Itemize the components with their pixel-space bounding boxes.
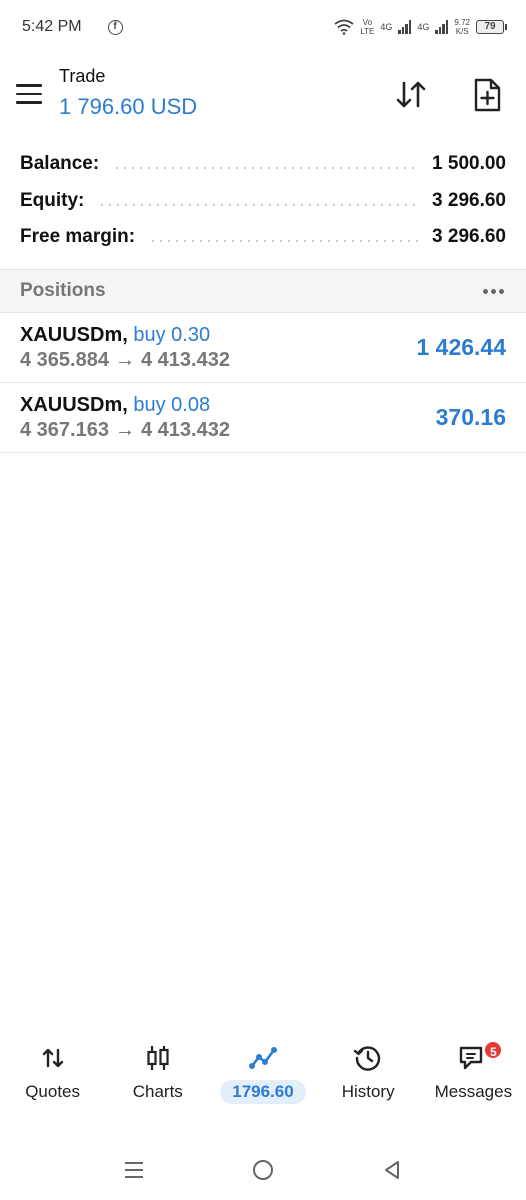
free-margin-label: Free margin: [20,226,136,248]
position-row[interactable]: XAUUSDm, buy 0.30 4 365.884 → 4 413.432 1 … [0,313,526,383]
net-speed-value: 9.72 [454,18,470,27]
position-type: buy 0.30 [133,324,211,346]
battery-icon: 79 [476,20,507,34]
back-button[interactable] [372,1150,412,1190]
network-type-1: 4G [380,22,393,32]
current-price: 4 413.432 [140,419,230,441]
recent-apps-icon [125,1162,144,1178]
position-prices: 4 365.884 → 4 413.432 [20,349,230,372]
current-price: 4 413.432 [140,349,230,371]
page-title: Trade [59,66,106,86]
nav-trade-label: 1796.60 [220,1080,306,1104]
position-symbol: XAUUSDm, [20,394,128,416]
header-balance: 1 796.60 USD [59,94,198,119]
open-price: 4 367.163 [20,419,109,441]
signal-icon [398,20,412,34]
facebook-notification-icon: f [107,19,123,35]
position-symbol: XAUUSDm, [20,324,128,346]
nav-messages[interactable]: 5 Messages [423,1036,523,1116]
history-icon [353,1036,383,1080]
equity-value: 3 296.60 [432,189,506,211]
nav-charts[interactable]: Charts [108,1036,208,1116]
nav-charts-label: Charts [132,1082,183,1101]
position-prices: 4 367.163 → 4 413.432 [20,419,230,442]
volte-indicator: Vo LTE [360,18,374,36]
nav-history[interactable]: History [318,1036,418,1116]
trade-line-icon [248,1036,278,1080]
price-arrow: → [114,349,135,371]
position-profit: 370.16 [435,404,506,430]
position-type: buy 0.08 [133,394,211,416]
summary-row-free-margin: Free margin: 3 296.60 [0,219,526,256]
balance-value: 1 500.00 [432,153,506,175]
status-time: 5:42 PM [22,18,82,35]
quotes-icon [40,1036,66,1080]
recent-apps-button[interactable] [114,1150,154,1190]
positions-header: Positions [0,269,526,313]
dotted-leader [98,203,419,206]
new-document-icon [474,78,501,112]
signal-icon-2 [435,20,449,34]
bottom-navigation: Quotes Charts 1796.60 History 5 Messages [0,1036,526,1116]
wifi-icon [334,19,354,35]
free-margin-value: 3 296.60 [432,226,506,248]
position-title: XAUUSDm, buy 0.30 [20,324,210,347]
nav-messages-label: Messages [434,1082,513,1101]
positions-title: Positions [20,280,106,301]
dotted-leader [113,167,419,170]
home-button[interactable] [243,1150,283,1190]
volte-lte: LTE [360,27,375,36]
menu-icon[interactable] [16,84,42,106]
net-speed: 9.72 K/S [454,18,470,36]
position-profit: 1 426.44 [416,334,506,360]
open-price: 4 365.884 [20,349,109,371]
nav-trade[interactable]: 1796.60 [213,1036,313,1116]
summary-row-equity: Equity: 3 296.60 [0,183,526,220]
messages-icon: 5 [457,1036,504,1080]
status-bar: 5:42 PM f Vo LTE 4G 4G 9.72 K/S 79 [0,0,526,54]
summary-row-balance: Balance: 1 500.00 [0,146,526,183]
dotted-leader [149,240,419,243]
volte-vo: Vo [362,18,373,27]
system-navigation [0,1150,526,1190]
price-arrow: → [114,419,135,441]
trade-screen: 5:42 PM f Vo LTE 4G 4G 9.72 K/S 79 Trade… [0,0,526,1200]
nav-history-label: History [341,1082,395,1101]
net-speed-unit: K/S [455,27,469,36]
balance-label: Balance: [20,153,100,175]
sort-arrows-icon [396,81,426,108]
equity-label: Equity: [20,189,85,211]
sort-button[interactable] [392,76,430,114]
position-title: XAUUSDm, buy 0.08 [20,394,210,417]
network-type-2: 4G [417,22,430,32]
home-circle-icon [252,1160,273,1180]
candlestick-chart-icon [144,1036,172,1080]
messages-badge: 5 [483,1040,504,1060]
status-icons: Vo LTE 4G 4G 9.72 K/S 79 [334,18,507,36]
nav-quotes[interactable]: Quotes [3,1036,103,1116]
positions-list: XAUUSDm, buy 0.30 4 365.884 → 4 413.432 1 … [0,313,526,453]
app-header: Trade 1 796.60 USD [0,58,526,132]
more-options-icon[interactable] [481,283,506,300]
back-triangle-icon [384,1161,399,1179]
account-summary: Balance: 1 500.00 Equity: 3 296.60 Free … [0,146,526,256]
new-order-button[interactable] [468,76,506,114]
position-row[interactable]: XAUUSDm, buy 0.08 4 367.163 → 4 413.432 37… [0,383,526,453]
nav-quotes-label: Quotes [25,1082,80,1101]
